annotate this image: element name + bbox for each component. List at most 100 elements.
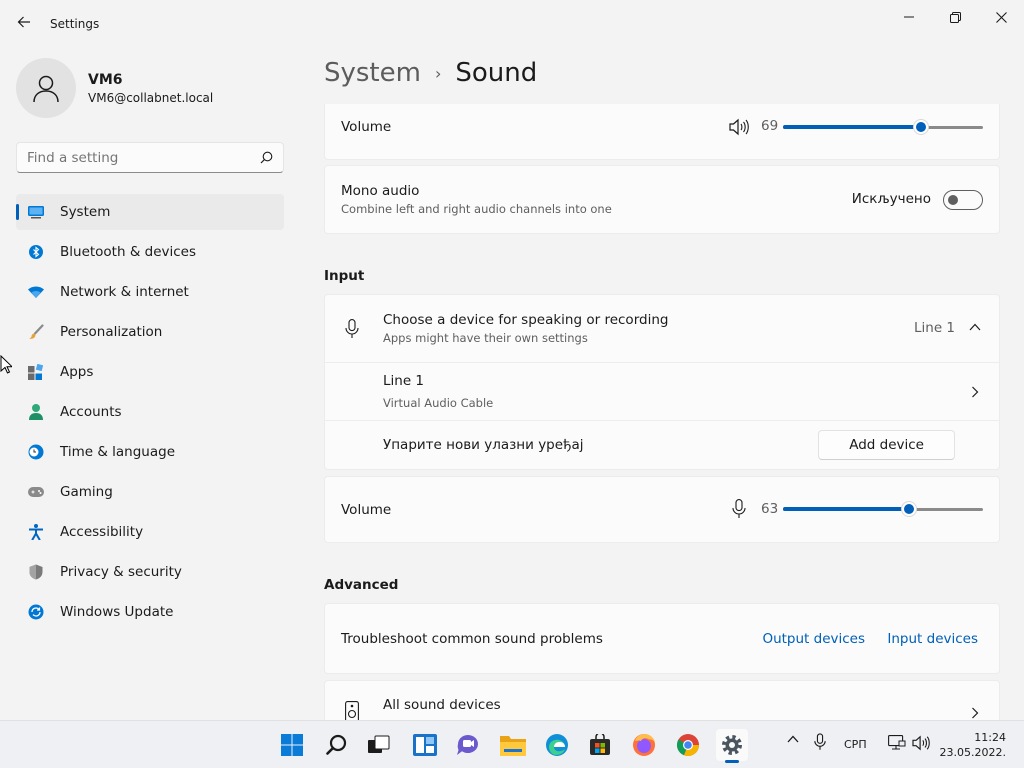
user-profile[interactable]: VM6 VM6@collabnet.local [16, 58, 213, 118]
output-volume-card: Volume 69 [324, 104, 1000, 160]
firefox-button[interactable] [628, 729, 660, 761]
troubleshoot-label: Troubleshoot common sound problems [341, 630, 603, 647]
sidebar-item-label: Network & internet [60, 284, 189, 300]
sidebar-item-network[interactable]: Network & internet [16, 274, 284, 310]
mono-audio-subtitle: Combine left and right audio channels in… [341, 202, 612, 216]
app-title: Settings [50, 17, 100, 31]
mouse-cursor-icon [0, 355, 12, 374]
chat-button[interactable] [452, 729, 484, 761]
slider-thumb[interactable] [901, 501, 917, 517]
chevron-up-icon[interactable] [969, 323, 981, 331]
device-name: Line 1 [383, 373, 425, 389]
back-button[interactable] [12, 10, 36, 34]
microphone-icon [814, 733, 826, 750]
choose-device-subtitle: Apps might have their own settings [383, 331, 588, 345]
widgets-icon [413, 734, 437, 756]
speaker-icon[interactable] [729, 118, 749, 136]
chevron-up-icon [787, 735, 799, 743]
output-volume-value: 69 [761, 118, 779, 134]
task-view-button[interactable] [363, 729, 395, 761]
sidebar-item-accounts[interactable]: Accounts [16, 394, 284, 430]
store-icon [590, 734, 610, 755]
chrome-button[interactable] [672, 729, 704, 761]
edge-button[interactable] [541, 729, 573, 761]
slider-thumb[interactable] [913, 119, 929, 135]
add-device-button[interactable]: Add device [818, 430, 955, 460]
start-button[interactable] [276, 729, 308, 761]
firefox-icon [633, 734, 655, 756]
output-devices-link[interactable]: Output devices [762, 631, 865, 647]
input-device-selector[interactable]: Choose a device for speaking or recordin… [325, 295, 999, 362]
minimize-button[interactable] [886, 6, 932, 28]
arrow-left-icon [17, 16, 30, 28]
store-button[interactable] [584, 729, 616, 761]
sidebar-item-privacy[interactable]: Privacy & security [16, 554, 284, 590]
sidebar-item-label: Accessibility [60, 524, 144, 540]
sidebar-item-bluetooth[interactable]: Bluetooth & devices [16, 234, 284, 270]
sidebar-item-label: Accounts [60, 404, 122, 420]
breadcrumb-parent[interactable]: System [324, 58, 421, 88]
sidebar-item-system[interactable]: System [16, 194, 284, 230]
page-title: Sound [455, 58, 538, 88]
search-icon [260, 151, 273, 164]
network-icon [888, 735, 906, 750]
system-icon [28, 204, 44, 220]
widgets-button[interactable] [409, 729, 441, 761]
taskbar-search[interactable] [321, 729, 353, 761]
input-language-indicator[interactable]: СРП [844, 738, 867, 751]
selected-input-device: Line 1 [913, 320, 955, 336]
sidebar-item-label: Apps [60, 364, 94, 380]
sidebar-item-gaming[interactable]: Gaming [16, 474, 284, 510]
avatar [16, 58, 76, 118]
maximize-button[interactable] [932, 6, 978, 28]
task-view-icon [368, 735, 390, 753]
shield-icon [28, 564, 44, 580]
network-tray[interactable] [888, 735, 906, 751]
profile-email: VM6@collabnet.local [88, 90, 214, 105]
close-icon [995, 11, 1007, 23]
clock-globe-icon [28, 444, 44, 460]
taskbar: СРП 11:24 23.05.2022. [0, 720, 1024, 768]
sidebar-item-apps[interactable]: Apps [16, 354, 284, 390]
sidebar-item-accessibility[interactable]: Accessibility [16, 514, 284, 550]
sidebar-item-time-language[interactable]: Time & language [16, 434, 284, 470]
search-input[interactable] [27, 149, 247, 166]
brush-icon [28, 324, 44, 340]
advanced-section-title: Advanced [324, 577, 399, 593]
windows-start-icon [281, 734, 303, 756]
sidebar-item-windows-update[interactable]: Windows Update [16, 594, 284, 630]
input-device-line1[interactable]: Line 1 Virtual Audio Cable [325, 362, 999, 420]
minimize-icon [904, 16, 914, 18]
edge-icon [546, 734, 568, 756]
mono-audio-title: Mono audio [341, 183, 420, 199]
mono-audio-state: Искључено [851, 191, 931, 207]
mono-audio-toggle[interactable] [943, 190, 983, 210]
gamepad-icon [28, 484, 44, 500]
sidebar-item-label: Time & language [60, 444, 176, 460]
accessibility-icon [28, 524, 44, 540]
output-volume-slider[interactable] [783, 117, 983, 137]
microphone-tray[interactable] [812, 733, 828, 751]
all-sound-devices-label: All sound devices [383, 697, 501, 713]
breadcrumb: System › Sound [324, 58, 537, 88]
file-explorer-icon [500, 736, 526, 756]
clock[interactable]: 11:24 23.05.2022. [940, 730, 1006, 760]
settings-taskbar-button[interactable] [716, 729, 748, 763]
microphone-icon[interactable] [732, 499, 746, 519]
sidebar-item-personalization[interactable]: Personalization [16, 314, 284, 350]
file-explorer-button[interactable] [497, 729, 529, 761]
wifi-icon [28, 284, 44, 300]
input-section-title: Input [324, 268, 365, 284]
sidebar-nav: System Bluetooth & devices Network & int… [16, 194, 284, 634]
clock-date: 23.05.2022. [939, 746, 1006, 759]
input-volume-value: 63 [761, 501, 779, 517]
slider-fill [783, 507, 909, 511]
search-box[interactable] [16, 142, 284, 173]
close-button[interactable] [978, 6, 1024, 28]
show-hidden-icons-button[interactable] [785, 735, 801, 743]
input-device-card: Choose a device for speaking or recordin… [324, 294, 1000, 470]
choose-device-title: Choose a device for speaking or recordin… [383, 312, 669, 328]
volume-tray[interactable] [912, 735, 930, 751]
input-volume-slider[interactable] [783, 499, 983, 519]
input-devices-link[interactable]: Input devices [887, 631, 978, 647]
